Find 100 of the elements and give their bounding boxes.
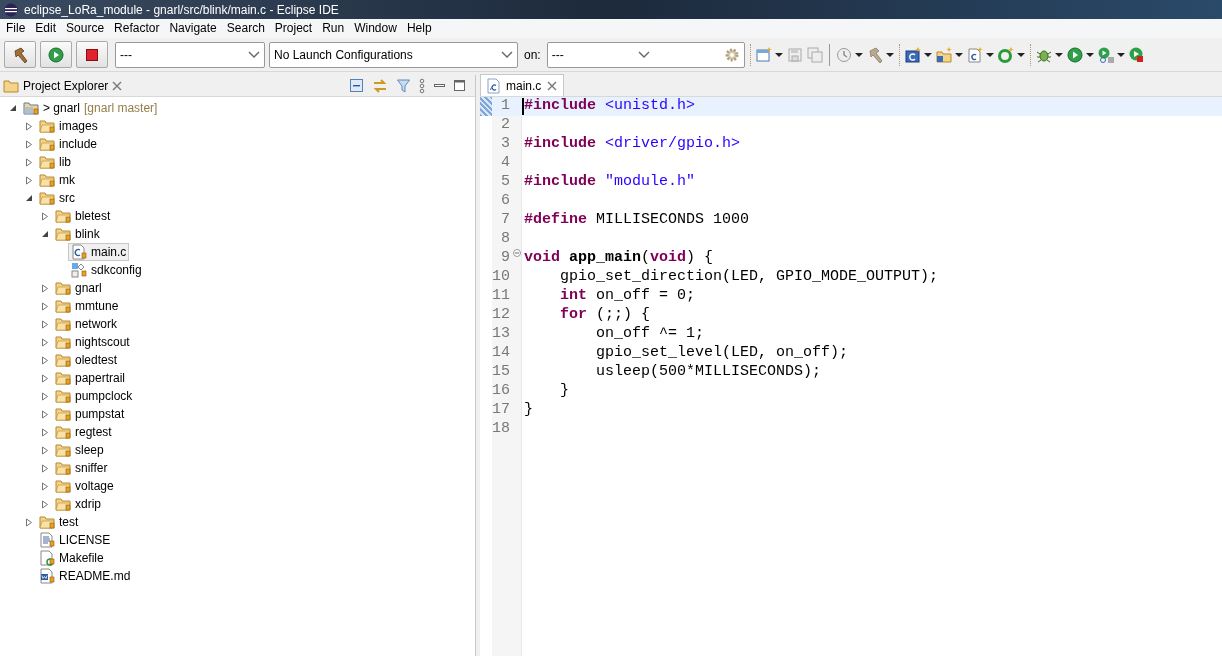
collapsed-arrow-icon[interactable] [41, 427, 49, 437]
caret-icon[interactable] [954, 52, 963, 57]
tree-item[interactable]: LICENSE [36, 531, 114, 549]
collapsed-arrow-icon[interactable] [41, 283, 49, 293]
collapsed-arrow-icon[interactable] [41, 463, 49, 473]
tree-item[interactable]: sniffer [52, 459, 111, 477]
menu-item[interactable]: Source [61, 19, 110, 38]
collapsed-arrow-icon[interactable] [41, 355, 49, 365]
collapsed-arrow-icon[interactable] [41, 481, 49, 491]
line-number: 16 [492, 381, 510, 402]
tree-item[interactable]: sdkconfig [68, 261, 145, 279]
menu-item[interactable]: File [1, 19, 31, 38]
menu-item[interactable]: Navigate [164, 19, 222, 38]
collapsed-arrow-icon[interactable] [41, 499, 49, 509]
tree-item[interactable]: network [52, 315, 121, 333]
menu-item[interactable]: Refactor [109, 19, 165, 38]
minimize-icon[interactable] [434, 83, 445, 88]
menu-item[interactable]: Window [349, 19, 402, 38]
caret-icon[interactable] [885, 52, 894, 57]
maximize-icon[interactable] [454, 80, 465, 91]
tree-item[interactable]: blink [52, 225, 103, 243]
launch-configuration-dropdown[interactable]: No Launch Configurations [269, 41, 518, 68]
tree-item[interactable]: sleep [52, 441, 107, 459]
menu-item[interactable]: Edit [30, 19, 62, 38]
collapsed-arrow-icon[interactable] [41, 211, 49, 221]
new-folder-icon[interactable] [935, 46, 952, 63]
caret-icon[interactable] [1054, 52, 1063, 57]
tree-item[interactable]: mmtune [52, 297, 122, 315]
menu-item[interactable]: Run [317, 19, 350, 38]
tree-item[interactable]: images [36, 117, 101, 135]
close-icon[interactable] [112, 80, 123, 91]
new-source-file-icon[interactable] [966, 46, 983, 63]
collapsed-arrow-icon[interactable] [41, 319, 49, 329]
build-button[interactable] [4, 41, 36, 68]
tree-item[interactable]: regtest [52, 423, 115, 441]
launch-target-dropdown[interactable]: --- [546, 41, 745, 68]
tree-item[interactable]: README.md [36, 567, 134, 585]
folder-icon [55, 316, 71, 332]
run-icon[interactable] [1066, 46, 1083, 63]
caret-icon[interactable] [985, 52, 994, 57]
expanded-arrow-icon[interactable] [25, 194, 33, 202]
tree-item[interactable]: gnarl [52, 279, 105, 297]
run-stop-icon[interactable] [1128, 46, 1143, 63]
collapsed-arrow-icon[interactable] [25, 157, 33, 167]
collapsed-arrow-icon[interactable] [41, 373, 49, 383]
gear-icon[interactable] [723, 46, 740, 63]
caret-icon[interactable] [923, 52, 932, 57]
collapse-all-icon[interactable] [350, 79, 363, 92]
collapsed-arrow-icon[interactable] [25, 121, 33, 131]
tree-item[interactable]: > gnarl [gnarl master] [20, 99, 161, 117]
tree-item[interactable]: lib [36, 153, 74, 171]
tree-item[interactable]: papertrail [52, 369, 129, 387]
tree-item[interactable]: pumpclock [52, 387, 136, 405]
editor-tab[interactable]: main.c [480, 74, 565, 96]
folder-icon [39, 190, 55, 206]
close-icon[interactable] [547, 80, 558, 91]
collapsed-arrow-icon[interactable] [41, 445, 49, 455]
filter-icon[interactable] [397, 78, 410, 93]
collapsed-arrow-icon[interactable] [25, 139, 33, 149]
caret-icon[interactable] [1116, 52, 1125, 57]
tree-item[interactable]: include [36, 135, 101, 153]
collapsed-arrow-icon[interactable] [25, 175, 33, 185]
collapsed-arrow-icon[interactable] [41, 409, 49, 419]
new-class-icon[interactable] [904, 46, 921, 63]
tree-item[interactable]: test [36, 513, 82, 531]
tree-item[interactable]: oledtest [52, 351, 121, 369]
c-file-icon [487, 77, 500, 94]
tree-item[interactable]: mk [36, 171, 78, 189]
hammer-icon [12, 46, 28, 63]
run-history-icon[interactable] [1097, 46, 1114, 63]
tree-item[interactable]: src [36, 189, 78, 207]
caret-icon[interactable] [774, 52, 783, 57]
collapsed-arrow-icon[interactable] [41, 301, 49, 311]
collapsed-arrow-icon[interactable] [41, 337, 49, 347]
code-line: #include "module.h" [524, 172, 696, 193]
caret-icon[interactable] [1016, 52, 1025, 57]
expanded-arrow-icon[interactable] [41, 230, 49, 238]
collapsed-arrow-icon[interactable] [25, 517, 33, 527]
folder-icon [39, 136, 55, 152]
tree-item[interactable]: main.c [68, 243, 130, 261]
tree-item[interactable]: nightscout [52, 333, 133, 351]
stop-button[interactable] [76, 41, 108, 68]
line-number: 8 [501, 229, 510, 250]
menu-item[interactable]: Search [221, 19, 270, 38]
menu-item[interactable]: Help [401, 19, 437, 38]
view-menu-icon[interactable] [419, 77, 425, 94]
tree-item[interactable]: xdrip [52, 495, 104, 513]
tree-item[interactable]: voltage [52, 477, 117, 495]
collapsed-arrow-icon[interactable] [41, 391, 49, 401]
tree-item[interactable]: Makefile [36, 549, 107, 567]
menu-item[interactable]: Project [269, 19, 318, 38]
eclipse-logo-icon [4, 2, 18, 17]
launch-button[interactable] [40, 41, 72, 68]
fold-icon[interactable] [513, 249, 521, 258]
tree-item[interactable]: bletest [52, 207, 114, 225]
launch-mode-dropdown[interactable]: --- [115, 41, 265, 68]
tree-item[interactable]: pumpstat [52, 405, 128, 423]
caret-icon[interactable] [854, 52, 863, 57]
caret-icon[interactable] [1085, 52, 1094, 57]
expanded-arrow-icon[interactable] [9, 104, 17, 112]
